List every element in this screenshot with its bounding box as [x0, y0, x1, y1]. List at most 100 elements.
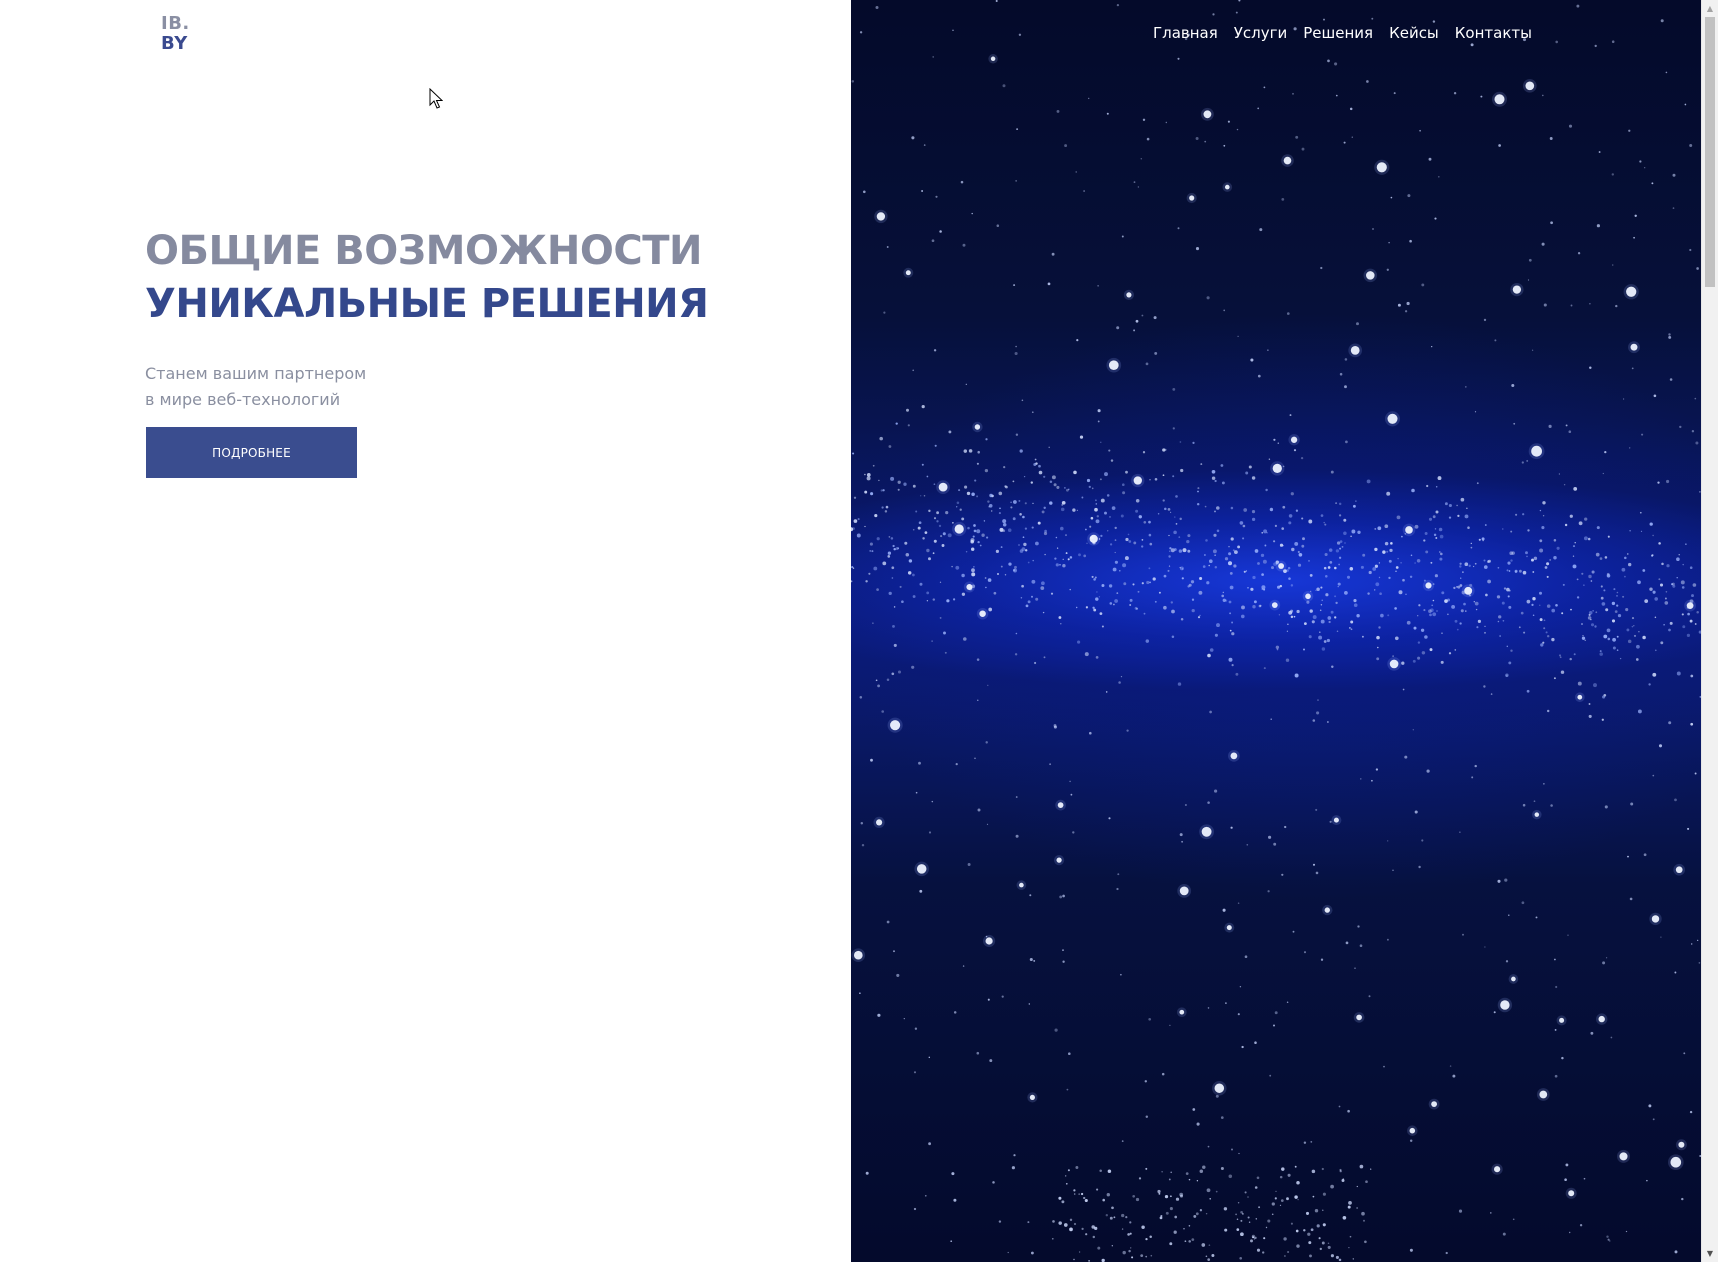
- star: [1170, 601, 1173, 604]
- star: [1605, 957, 1608, 959]
- star: [1244, 1191, 1247, 1194]
- star: [1229, 629, 1232, 632]
- star: [1179, 1009, 1185, 1015]
- star: [1160, 1214, 1163, 1218]
- star: [1384, 524, 1389, 529]
- star: [1325, 593, 1329, 597]
- star: [1290, 584, 1294, 587]
- star: [1339, 372, 1343, 376]
- star: [963, 637, 967, 641]
- nav-item-home[interactable]: Главная: [1153, 22, 1218, 44]
- star: [1204, 140, 1207, 143]
- star: [1226, 925, 1232, 931]
- star: [877, 684, 881, 688]
- star: [1059, 564, 1061, 566]
- star: [1199, 576, 1203, 581]
- star: [1109, 602, 1113, 605]
- star: [1687, 827, 1690, 830]
- star: [1591, 570, 1595, 574]
- hero-subtitle: Станем вашим партнером в мире веб-технол…: [145, 361, 366, 413]
- star: [965, 383, 967, 385]
- star: [1119, 570, 1121, 572]
- star: [1278, 614, 1281, 616]
- star: [1508, 605, 1512, 609]
- star: [1164, 507, 1167, 511]
- star: [1546, 604, 1551, 608]
- page: IB. BY ОБЩИЕ ВОЗМОЖНОСТИ УНИКАЛЬНЫЕ РЕШЕ…: [0, 0, 1718, 1262]
- scrollbar-thumb[interactable]: [1705, 17, 1715, 287]
- star: [1680, 580, 1685, 585]
- star: [1213, 533, 1217, 537]
- star: [912, 369, 914, 372]
- star: [1099, 478, 1102, 481]
- star: [1261, 588, 1264, 590]
- star: [1140, 158, 1143, 160]
- star: [1029, 1094, 1035, 1100]
- star: [1057, 802, 1064, 808]
- star: [1199, 1169, 1204, 1174]
- star: [1293, 615, 1296, 618]
- star: [1398, 590, 1403, 595]
- nav-item-cases[interactable]: Кейсы: [1389, 22, 1439, 44]
- scroll-down-arrow-icon[interactable]: ▼: [1702, 1245, 1718, 1262]
- scroll-up-arrow-icon[interactable]: ▲: [1702, 0, 1718, 17]
- star: [1696, 610, 1699, 614]
- star: [1294, 673, 1299, 678]
- star: [1462, 571, 1464, 573]
- star: [1581, 636, 1586, 640]
- star: [1644, 599, 1649, 603]
- star: [1541, 94, 1544, 97]
- nav-item-solutions[interactable]: Решения: [1303, 22, 1373, 44]
- star: [1308, 635, 1312, 639]
- star: [1228, 1174, 1233, 1179]
- star: [1418, 604, 1421, 607]
- star: [1679, 425, 1682, 429]
- star: [1220, 464, 1224, 467]
- star: [1335, 502, 1338, 505]
- star: [1494, 339, 1497, 342]
- star: [971, 492, 975, 497]
- star: [1648, 683, 1651, 686]
- more-button[interactable]: ПОДРОБНЕЕ: [146, 427, 357, 478]
- star: [961, 517, 965, 521]
- star: [1126, 729, 1129, 732]
- star: [928, 831, 932, 834]
- star: [1162, 474, 1165, 477]
- star: [1169, 550, 1171, 552]
- star: [1555, 40, 1558, 44]
- star: [946, 599, 950, 603]
- star: [1474, 411, 1477, 413]
- star: [1031, 526, 1034, 529]
- star: [1180, 1194, 1183, 1198]
- star: [1409, 575, 1413, 579]
- star: [1283, 1237, 1287, 1241]
- star: [1375, 582, 1380, 587]
- star: [1116, 326, 1120, 330]
- star: [887, 555, 891, 558]
- star: [1695, 441, 1699, 445]
- star: [1327, 566, 1331, 569]
- vertical-scrollbar[interactable]: ▲ ▼: [1701, 0, 1718, 1262]
- nav-item-services[interactable]: Услуги: [1234, 22, 1287, 44]
- star: [1342, 1215, 1347, 1220]
- star: [1198, 590, 1203, 595]
- star: [1686, 633, 1691, 638]
- star: [1120, 973, 1122, 976]
- site-logo[interactable]: IB. BY: [161, 14, 190, 54]
- star: [1301, 147, 1305, 151]
- star: [1149, 1235, 1152, 1239]
- star: [1344, 591, 1348, 595]
- star: [1689, 144, 1693, 147]
- star: [1605, 608, 1609, 612]
- star: [1568, 1190, 1575, 1197]
- star: [913, 1071, 917, 1074]
- nav-item-contacts[interactable]: Контакты: [1455, 22, 1532, 44]
- star: [1382, 550, 1386, 554]
- star: [1245, 471, 1249, 475]
- star: [1143, 520, 1147, 524]
- star: [948, 430, 952, 434]
- star: [1069, 780, 1071, 783]
- star: [1464, 514, 1469, 519]
- star: [1196, 1122, 1200, 1126]
- star: [924, 1194, 927, 1197]
